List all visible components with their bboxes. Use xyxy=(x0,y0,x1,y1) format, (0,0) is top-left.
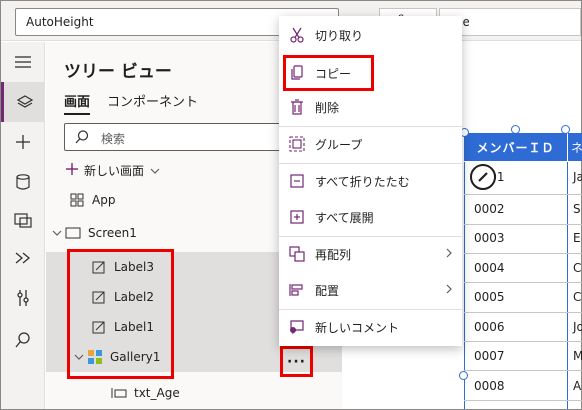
new-screen-button[interactable]: 新しい画面 xyxy=(66,160,160,180)
add-icon[interactable] xyxy=(11,130,35,154)
left-rail xyxy=(1,42,45,409)
scissors-icon xyxy=(279,27,315,43)
search-icon[interactable] xyxy=(11,328,35,352)
automate-icon[interactable] xyxy=(11,246,35,270)
menu-item-reorder[interactable]: 再配列 xyxy=(279,237,462,271)
more-options-label: ··· xyxy=(287,353,306,370)
row-divider xyxy=(464,224,582,225)
row-divider xyxy=(464,341,582,342)
collapse-icon xyxy=(279,174,315,188)
group-icon xyxy=(279,136,315,152)
table-cell-id: 0003 xyxy=(474,231,505,245)
table-cell-id: 0005 xyxy=(474,290,505,304)
row-divider xyxy=(464,312,582,313)
menu-item-label: 再配列 xyxy=(315,247,352,262)
table-cell-name: M xyxy=(573,349,582,363)
reorder-icon xyxy=(279,246,315,262)
gallery-selection[interactable] xyxy=(464,162,568,409)
menu-item-collapse-all[interactable]: すべて折りたたむ xyxy=(279,164,462,198)
table-cell-id: 0006 xyxy=(474,320,505,334)
textinput-icon xyxy=(110,384,128,402)
table-cell-name: Ja xyxy=(573,170,582,184)
expand-icon xyxy=(279,210,315,224)
menu-item-label: すべて折りたたむ xyxy=(315,174,410,189)
chevron-right-icon xyxy=(446,247,452,261)
menu-item-label: グループ xyxy=(315,137,363,152)
align-icon xyxy=(279,283,315,297)
table-cell-name: S xyxy=(573,202,581,216)
table-cell-id: 0008 xyxy=(474,379,505,393)
chevron-right-icon xyxy=(446,283,452,297)
menu-item-label: 新しいコメント xyxy=(315,320,400,335)
resize-handle[interactable] xyxy=(561,125,570,134)
menu-item-label: 削除 xyxy=(315,100,340,115)
app-icon xyxy=(68,191,86,209)
table-cell-name: C xyxy=(573,261,582,275)
menu-item-align[interactable]: 配置 xyxy=(279,273,462,307)
menu-item-expand-all[interactable]: すべて展開 xyxy=(279,200,462,234)
hamburger-icon[interactable] xyxy=(11,50,35,74)
media-icon[interactable] xyxy=(11,208,35,232)
highlight-box-copy xyxy=(283,55,374,91)
menu-item-label: 配置 xyxy=(315,283,340,298)
tree-item-label: App xyxy=(92,193,116,207)
table-cell-name: C xyxy=(573,290,582,304)
chevron-down-icon[interactable] xyxy=(52,230,64,236)
menu-item-new-comment[interactable]: 新しいコメント xyxy=(279,310,462,344)
tab-screens[interactable]: 画面 xyxy=(64,91,91,115)
panel-title: ツリー ビュー xyxy=(64,62,172,82)
new-screen-label: 新しい画面 xyxy=(84,163,145,178)
tree-item-label: txt_Age xyxy=(134,386,180,400)
highlight-box-tree-items xyxy=(67,249,174,379)
row-divider xyxy=(464,370,582,371)
resize-handle[interactable] xyxy=(511,125,520,134)
menu-item-group[interactable]: グループ xyxy=(279,127,462,161)
menu-item-label: 切り取り xyxy=(315,28,364,43)
table-cell-name: Jo xyxy=(573,320,582,334)
layers-icon[interactable] xyxy=(1,82,45,122)
row-divider xyxy=(464,400,582,401)
database-icon[interactable] xyxy=(11,170,35,194)
table-cell-name: A xyxy=(573,379,582,393)
tree-item-txt-age[interactable]: txt_Age xyxy=(46,378,342,408)
screen-icon xyxy=(64,224,82,242)
resize-handle[interactable] xyxy=(459,371,468,380)
menu-item-delete[interactable]: 削除 xyxy=(279,90,462,124)
table-cell-name: E xyxy=(573,231,581,245)
row-divider xyxy=(464,253,582,254)
menu-item-label: すべて展開 xyxy=(315,210,374,225)
edit-pencil-icon[interactable] xyxy=(470,164,496,190)
table-header-member-id: メンバーＩＤ xyxy=(464,133,567,161)
chevron-down-icon xyxy=(150,163,160,177)
search-icon xyxy=(75,130,89,147)
more-options-button[interactable]: ··· xyxy=(280,346,313,377)
table-header-col2: ネ xyxy=(568,133,582,161)
tab-components[interactable]: コンポーネント xyxy=(107,91,198,110)
delete-icon xyxy=(279,99,315,115)
row-divider xyxy=(464,194,582,195)
table-cell-id: 0007 xyxy=(474,349,505,363)
tree-item-label: Screen1 xyxy=(88,226,137,240)
add-icon xyxy=(66,162,78,178)
table-cell-id: 0002 xyxy=(474,202,505,216)
menu-item-cut[interactable]: 切り取り xyxy=(279,18,462,52)
search-placeholder: 検索 xyxy=(101,132,126,146)
row-divider xyxy=(464,282,582,283)
property-value: AutoHeight xyxy=(26,15,94,29)
comment-icon xyxy=(279,319,315,335)
table-cell-id: 0004 xyxy=(474,261,505,275)
tools-icon[interactable] xyxy=(11,286,35,310)
